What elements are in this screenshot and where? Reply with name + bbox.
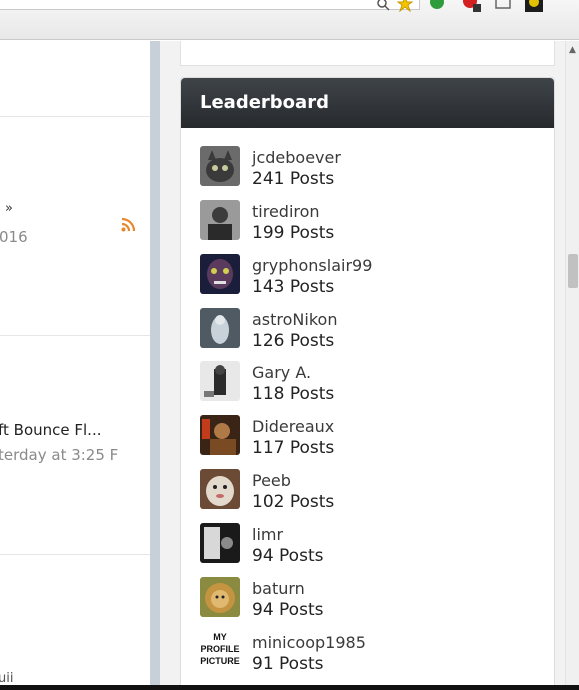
post-count: 94 Posts [252, 546, 324, 566]
browser-toolbar [0, 0, 579, 40]
forum-content-column: » 016 ft Bounce Fl... terday at 3:25 F u… [0, 41, 150, 685]
search-icon[interactable] [376, 0, 390, 12]
column-divider [150, 41, 160, 685]
scroll-thumb[interactable] [568, 254, 578, 288]
page-scrollbar[interactable]: ▲ [565, 41, 579, 685]
leaderboard-entry[interactable]: astroNikon 126 Posts [200, 308, 540, 352]
man-avatar-icon[interactable] [200, 200, 240, 240]
leaderboard-entry[interactable]: baturn 94 Posts [200, 577, 540, 621]
lion-avatar-icon[interactable] [200, 577, 240, 617]
username-link[interactable]: astroNikon [252, 310, 337, 329]
username-link[interactable]: minicoop1985 [252, 633, 366, 652]
cat-avatar-icon[interactable] [200, 146, 240, 186]
post-count: 102 Posts [252, 492, 335, 512]
text-fragment: uii [0, 671, 14, 685]
address-bar[interactable] [0, 0, 420, 10]
post-count: 199 Posts [252, 223, 335, 243]
leaderboard-entry[interactable]: tirediron 199 Posts [200, 200, 540, 244]
dog-avatar-icon[interactable] [200, 469, 240, 509]
post-count: 117 Posts [252, 438, 335, 458]
portrait-avatar-icon[interactable] [200, 415, 240, 455]
date-fragment: 016 [0, 228, 28, 246]
rss-icon[interactable] [121, 217, 136, 232]
leaderboard-entry[interactable]: Didereaux 117 Posts [200, 415, 540, 459]
username-link[interactable]: tirediron [252, 202, 320, 221]
username-link[interactable]: Peeb [252, 471, 291, 490]
bookmark-star-icon[interactable] [397, 0, 413, 12]
username-link[interactable]: gryphonslair99 [252, 256, 372, 275]
taskbar-edge [0, 685, 579, 690]
thread-timestamp: terday at 3:25 F [0, 446, 119, 464]
post-count: 241 Posts [252, 169, 335, 189]
post-count: 91 Posts [252, 654, 324, 674]
post-count: 94 Posts [252, 600, 324, 620]
leaderboard-title: Leaderboard [181, 78, 554, 128]
divider [0, 554, 150, 555]
thread-title-link[interactable]: ft Bounce Fl... [0, 421, 102, 439]
username-link[interactable]: jcdeboever [252, 148, 341, 167]
post-count: 143 Posts [252, 277, 335, 297]
mask-avatar-icon[interactable] [200, 254, 240, 294]
username-link[interactable]: limr [252, 525, 283, 544]
bw-photo-avatar-icon[interactable] [200, 523, 240, 563]
leaderboard-widget: Leaderboard jcdeboever 241 Posts tiredir… [180, 77, 555, 690]
leaderboard-entry[interactable]: gryphonslair99 143 Posts [200, 254, 540, 298]
divider [0, 335, 150, 336]
scroll-up-arrow-icon[interactable]: ▲ [569, 45, 576, 55]
leaderboard-entry[interactable]: Peeb 102 Posts [200, 469, 540, 513]
photographer-avatar-icon[interactable] [200, 361, 240, 401]
divider [0, 116, 150, 117]
post-count: 118 Posts [252, 384, 335, 404]
username-link[interactable]: baturn [252, 579, 305, 598]
leaderboard-entry[interactable]: jcdeboever 241 Posts [200, 146, 540, 190]
post-count: 126 Posts [252, 331, 335, 351]
extension-green-icon[interactable] [428, 0, 446, 12]
username-link[interactable]: Gary A. [252, 363, 311, 382]
previous-widget-box [180, 41, 555, 66]
leaderboard-entry[interactable]: limr 94 Posts [200, 523, 540, 567]
username-link[interactable]: Didereaux [252, 417, 334, 436]
cast-icon[interactable] [494, 0, 512, 12]
more-link[interactable]: » [5, 201, 13, 216]
extension-yellow-icon[interactable] [523, 0, 545, 12]
profile-picture-text-avatar[interactable]: MY PROFILE PICTURE [200, 631, 240, 671]
leaderboard-entry[interactable]: MY PROFILE PICTURE minicoop1985 91 Posts [200, 631, 540, 675]
leaderboard-entry[interactable]: Gary A. 118 Posts [200, 361, 540, 405]
astronaut-avatar-icon[interactable] [200, 308, 240, 348]
extension-red-icon[interactable] [462, 0, 482, 12]
